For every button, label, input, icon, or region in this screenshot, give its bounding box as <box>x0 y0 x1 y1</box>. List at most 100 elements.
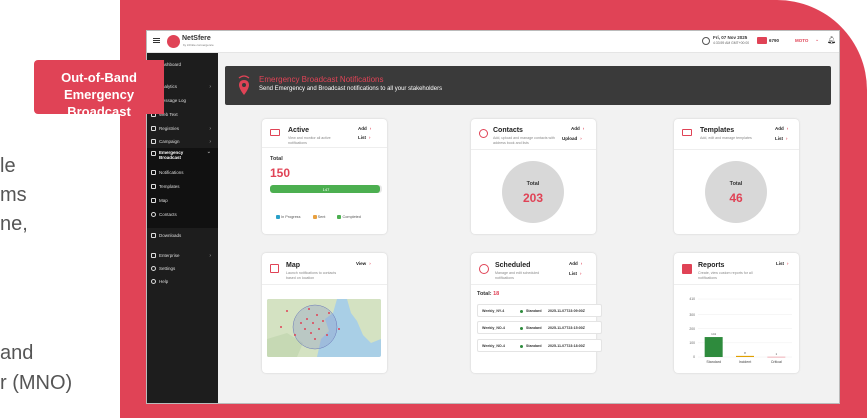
scheduled-list-link[interactable]: List › <box>569 271 582 276</box>
row-type: Standard <box>526 309 542 313</box>
contact-icon <box>479 129 488 138</box>
y-tick-label: 300 <box>689 313 695 317</box>
contacts-icon <box>151 212 156 218</box>
sidebar-item-enterprise[interactable]: Enterprise › <box>151 253 214 259</box>
card-title: Reports <box>698 262 725 269</box>
card-description: View and monitor all active notification… <box>288 136 331 145</box>
reports-list-link[interactable]: List › <box>776 261 789 266</box>
sidebar-item-label: Map <box>159 198 168 203</box>
active-add-link[interactable]: Add › <box>358 126 371 131</box>
templates-list-link[interactable]: List › <box>775 136 788 141</box>
row-time: 2025-11-07T23:09:00Z <box>548 309 585 313</box>
reports-icon <box>682 264 692 274</box>
reports-bar-chart: 0 100 200 300 410 141 Standard 8 Incident 1 Critic… <box>689 297 792 364</box>
send-icon <box>151 170 156 176</box>
chevron-down-icon[interactable]: ⌄ <box>815 37 819 43</box>
sidebar-item-label: Notifications <box>159 170 184 175</box>
sidebar-item-label: Help <box>159 279 169 284</box>
x-tick-label: Critical <box>771 360 782 364</box>
table-row[interactable]: Weekly_NO-4 Standard 2025-11-07T23:15:00… <box>477 321 602 334</box>
chevron-right-icon: › <box>209 139 211 145</box>
x-tick-label: Standard <box>706 360 721 364</box>
sidebar-item-registries[interactable]: Registries › <box>151 126 214 132</box>
sidebar-item-campaign[interactable]: Campaign › <box>151 139 214 145</box>
logo-text: NetSfere <box>182 35 211 42</box>
active-list-link[interactable]: List › <box>358 135 371 140</box>
scheduled-icon <box>479 264 489 274</box>
table-row[interactable]: Weekly_NY-4 Standard 2025-11-07T23:09:00… <box>477 304 602 317</box>
x-tick-label: Incident <box>739 360 752 364</box>
chevron-right-icon: › <box>787 261 789 266</box>
bar-incident[interactable] <box>736 355 754 357</box>
scheduled-add-link[interactable]: Add › <box>569 261 582 266</box>
card-description: Add, edit and manage templates <box>700 136 752 140</box>
link-label: List <box>776 261 785 266</box>
total-value: 18 <box>493 291 500 297</box>
status-dot <box>520 309 523 313</box>
y-tick-label: 0 <box>693 355 695 359</box>
card-description: Add, upload and manage contacts with add… <box>493 136 555 145</box>
active-total: 150 <box>270 166 291 180</box>
sidebar-item-label: Settings <box>159 266 176 271</box>
slide-text-fragment: ms <box>0 184 27 206</box>
template-icon <box>151 184 156 190</box>
card-divider <box>471 284 596 285</box>
sidebar-item-downloads[interactable]: Downloads <box>151 233 181 239</box>
card-title: Map <box>286 262 300 269</box>
download-icon <box>151 233 156 239</box>
message-icon[interactable] <box>757 37 767 44</box>
slide-text-fragment: r (MNO) <box>0 372 73 394</box>
sidebar-item-notifications[interactable]: Notifications <box>151 170 184 176</box>
chevron-right-icon: › <box>580 136 582 141</box>
contacts-add-link[interactable]: Add › <box>571 126 584 131</box>
sidebar-item-contacts[interactable]: Contacts <box>151 212 177 218</box>
main-content: Emergency Broadcast Notifications Send E… <box>218 53 839 403</box>
bell-icon[interactable]: 🔔︎ <box>827 36 836 44</box>
chevron-right-icon: › <box>369 135 371 140</box>
bar-standard[interactable] <box>704 337 723 357</box>
template-icon <box>682 129 692 136</box>
y-tick-label: 100 <box>689 341 695 345</box>
progress-value: 147 <box>322 186 330 192</box>
page-subtitle: Send Emergency and Broadcast notificatio… <box>259 86 443 92</box>
card-divider <box>262 147 387 148</box>
card-title: Contacts <box>493 127 523 134</box>
sidebar-item-settings[interactable]: Settings <box>151 266 176 272</box>
card-divider <box>471 149 596 150</box>
slide-text-fragment: le <box>0 155 16 177</box>
chevron-right-icon: › <box>369 261 371 266</box>
sidebar-item-help[interactable]: Help <box>151 279 169 285</box>
tag-line: Emergency Broadcast <box>63 87 135 119</box>
map-view[interactable] <box>267 299 381 357</box>
link-label: List <box>358 135 367 140</box>
legend-label: Completed <box>342 215 361 219</box>
sidebar-item-label: Enterprise <box>159 253 180 258</box>
chevron-down-icon: ⌄ <box>206 149 211 155</box>
row-type: Standard <box>526 326 542 330</box>
sidebar-item-label: Contacts <box>159 212 177 217</box>
date-display: Fri, 07 Nov 2025 <box>713 35 748 40</box>
map-icon <box>151 198 156 204</box>
total-label: Total: <box>477 291 492 297</box>
user-menu[interactable]: MOTO <box>795 38 808 43</box>
templates-add-link[interactable]: Add › <box>775 126 788 131</box>
chevron-right-icon: › <box>582 126 585 131</box>
map-view-link[interactable]: View › <box>356 261 371 266</box>
message-count: 6790 <box>769 38 780 43</box>
bar-data-label: 1 <box>775 352 777 356</box>
row-time: 2025-11-07T23:18:00Z <box>548 344 585 348</box>
page-banner: Emergency Broadcast Notifications Send E… <box>225 66 831 105</box>
top-bar: NetSfere by infinite convergence Fri, 07… <box>147 31 839 53</box>
row-name: Weekly_NO-4 <box>482 344 505 348</box>
sidebar-item-templates[interactable]: Templates <box>151 184 180 190</box>
contacts-upload-link[interactable]: Upload › <box>562 136 582 141</box>
y-tick-label: 410 <box>689 297 695 301</box>
sidebar-item-emergency-broadcast[interactable]: Emergency Broadcast ⌄ <box>151 150 214 160</box>
card-description: Create, view custom reports for all noti… <box>698 271 753 280</box>
table-row[interactable]: Weekly_NO-4 Standard 2025-11-07T23:18:00… <box>477 339 602 352</box>
hamburger-menu-icon[interactable] <box>153 38 160 39</box>
sidebar-item-map[interactable]: Map <box>151 198 168 204</box>
chevron-right-icon: › <box>580 261 583 266</box>
templates-card: Templates Add, edit and manage templates… <box>674 119 799 234</box>
scheduled-total: Total: 18 <box>477 291 499 297</box>
